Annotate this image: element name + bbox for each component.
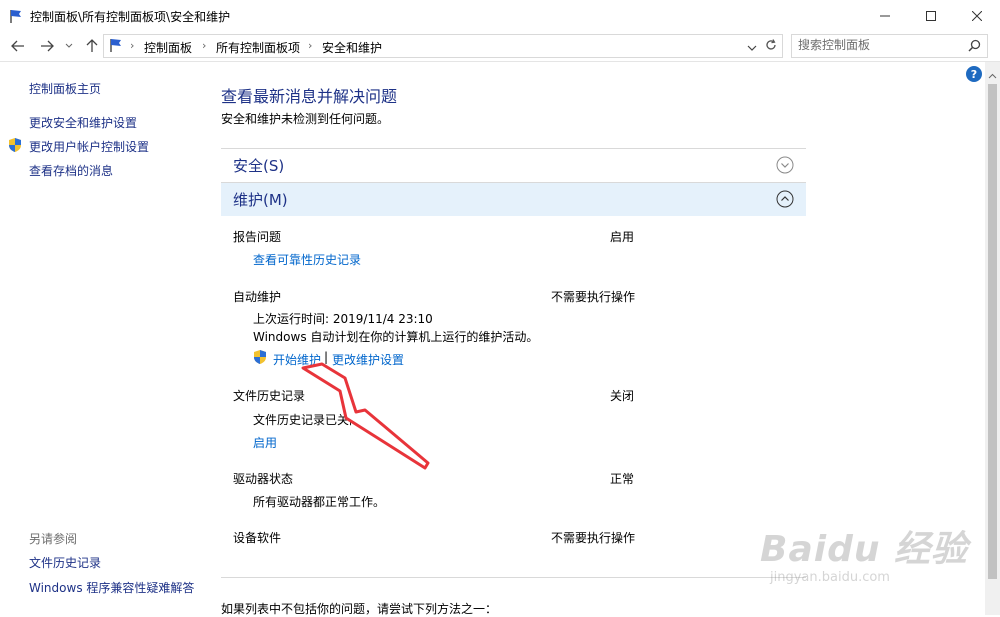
search-input[interactable] (792, 35, 968, 55)
search-box[interactable] (791, 34, 988, 58)
report-problems-title: 报告问题 (233, 230, 282, 244)
window-title: 控制面板\所有控制面板项\安全和维护 (30, 10, 231, 24)
section-maintenance-header[interactable]: 维护(M) (221, 182, 806, 216)
chevron-down-icon[interactable] (776, 156, 794, 174)
auto-maintenance-status: 不需要执行操作 (551, 290, 636, 304)
title-bar: 控制面板\所有控制面板项\安全和维护 (0, 0, 1000, 31)
refresh-icon[interactable] (764, 38, 778, 55)
breadcrumb-separator-icon: › (308, 39, 313, 52)
baidu-watermark: Baidu 经验 jingyan.baidu.com (760, 520, 985, 590)
sidebar-item-view-archived-messages[interactable]: 查看存档的消息 (29, 162, 113, 179)
minimize-button[interactable] (862, 0, 908, 31)
navigation-bar: › 控制面板 › 所有控制面板项 › 安全和维护 (0, 31, 1000, 62)
uac-shield-icon (253, 349, 267, 368)
start-maintenance-link[interactable]: 开始维护 (273, 351, 321, 368)
section-maintenance-label: 维护(M) (233, 191, 288, 209)
sidebar-item-change-security-settings[interactable]: 更改安全和维护设置 (29, 114, 137, 131)
see-also-file-history[interactable]: 文件历史记录 (29, 554, 101, 571)
scroll-up-arrow-icon[interactable] (988, 68, 997, 82)
report-problems-status: 启用 (610, 230, 635, 244)
see-also-compat-troubleshooter[interactable]: Windows 程序兼容性疑难解答 (29, 579, 194, 596)
sidebar-item-control-panel-home[interactable]: 控制面板主页 (29, 80, 101, 97)
section-divider (221, 577, 806, 578)
enable-file-history-link[interactable]: 启用 (253, 434, 277, 451)
chevron-up-icon[interactable] (776, 190, 794, 208)
footer-hint-text: 如果列表中不包括你的问题，请尝试下列方法之一： (221, 602, 498, 616)
control-panel-icon (108, 37, 124, 56)
watermark-url: jingyan.baidu.com (770, 570, 890, 585)
up-button[interactable] (83, 37, 101, 55)
page-title: 查看最新消息并解决问题 (221, 87, 398, 106)
auto-maintenance-description: Windows 自动计划在你的计算机上运行的维护活动。 (253, 330, 539, 344)
forward-button[interactable] (38, 37, 56, 55)
link-separator: | (324, 350, 329, 364)
breadcrumb-separator-icon: › (202, 39, 207, 52)
breadcrumb-separator-icon: › (130, 39, 135, 52)
sidebar-item-change-uac-settings[interactable]: 更改用户帐户控制设置 (29, 138, 149, 155)
sidebar: 控制面板主页 更改安全和维护设置 更改用户帐户控制设置 查看存档的消息 另请参阅… (0, 62, 205, 615)
page-subtitle: 安全和维护未检测到任何问题。 (221, 112, 390, 126)
breadcrumb-all-items[interactable]: 所有控制面板项 (216, 39, 300, 56)
breadcrumb-control-panel[interactable]: 控制面板 (144, 39, 192, 56)
control-panel-icon (8, 8, 24, 24)
file-history-title: 文件历史记录 (233, 389, 306, 403)
breadcrumb-security-maintenance[interactable]: 安全和维护 (322, 39, 382, 56)
uac-shield-icon (8, 137, 22, 156)
device-software-title: 设备软件 (233, 531, 282, 545)
drive-status-description: 所有驱动器都正常工作。 (253, 495, 386, 509)
vertical-scrollbar[interactable] (985, 62, 1000, 615)
address-dropdown-icon[interactable] (747, 41, 757, 55)
file-history-status: 关闭 (610, 389, 635, 403)
section-security-header[interactable]: 安全(S) (221, 148, 806, 182)
scrollbar-thumb[interactable] (988, 84, 997, 579)
help-icon[interactable]: ? (966, 66, 982, 82)
back-button[interactable] (9, 37, 27, 55)
auto-maintenance-title: 自动维护 (233, 290, 282, 304)
drive-status-title: 驱动器状态 (233, 472, 294, 486)
view-reliability-history-link[interactable]: 查看可靠性历史记录 (253, 251, 361, 268)
maximize-button[interactable] (908, 0, 954, 31)
address-box[interactable]: › 控制面板 › 所有控制面板项 › 安全和维护 (103, 34, 783, 58)
recent-locations-button[interactable] (63, 37, 75, 55)
drive-status-value: 正常 (610, 472, 635, 486)
file-history-description: 文件历史记录已关闭。 (253, 413, 374, 427)
change-maintenance-settings-link[interactable]: 更改维护设置 (332, 351, 404, 368)
close-button[interactable] (954, 0, 1000, 31)
section-security-label: 安全(S) (233, 157, 285, 175)
search-icon[interactable] (968, 39, 981, 55)
auto-maintenance-last-run: 上次运行时间: 2019/11/4 23:10 (253, 312, 433, 326)
watermark-logo-text: Baidu 经验 (760, 529, 969, 570)
device-software-status: 不需要执行操作 (551, 531, 636, 545)
see-also-title: 另请参阅 (29, 532, 78, 546)
